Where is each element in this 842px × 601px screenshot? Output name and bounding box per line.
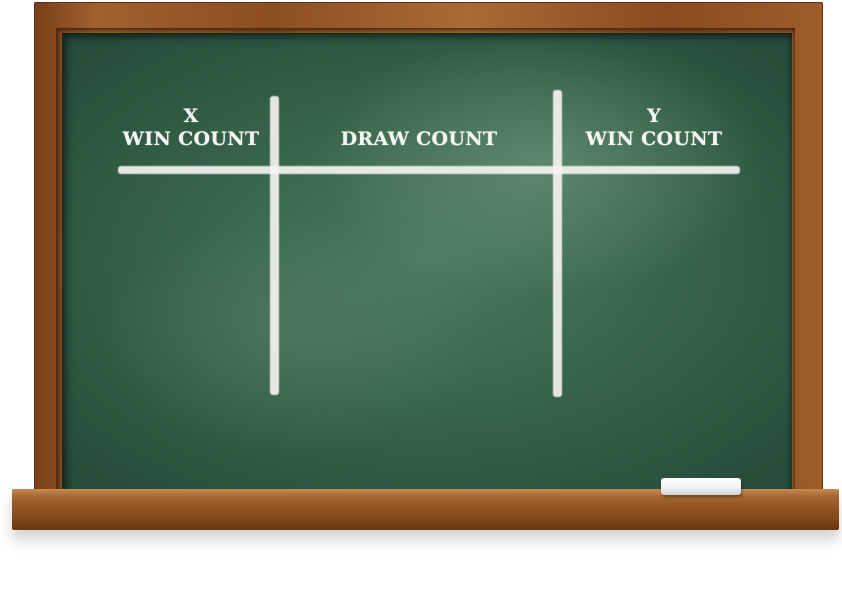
chalk-ledge <box>12 489 839 530</box>
chalkboard-surface <box>62 33 792 494</box>
y-win-count-header-line1: Y <box>647 105 661 127</box>
column-divider-left <box>270 96 279 395</box>
y-win-count-header-line2: WIN COUNT <box>585 128 723 150</box>
draw-count-header-line2: DRAW COUNT <box>340 128 498 150</box>
y-win-count-header: Y WIN COUNT <box>572 105 736 151</box>
chalk-stick[interactable] <box>661 478 741 495</box>
x-win-count-header-line2: WIN COUNT <box>122 128 260 150</box>
column-divider-right <box>553 90 562 397</box>
x-win-count-header-line1: X <box>183 105 199 127</box>
draw-count-header: DRAW COUNT <box>284 128 554 151</box>
x-win-count-header: X WIN COUNT <box>116 105 266 151</box>
table-header-divider <box>118 166 740 174</box>
